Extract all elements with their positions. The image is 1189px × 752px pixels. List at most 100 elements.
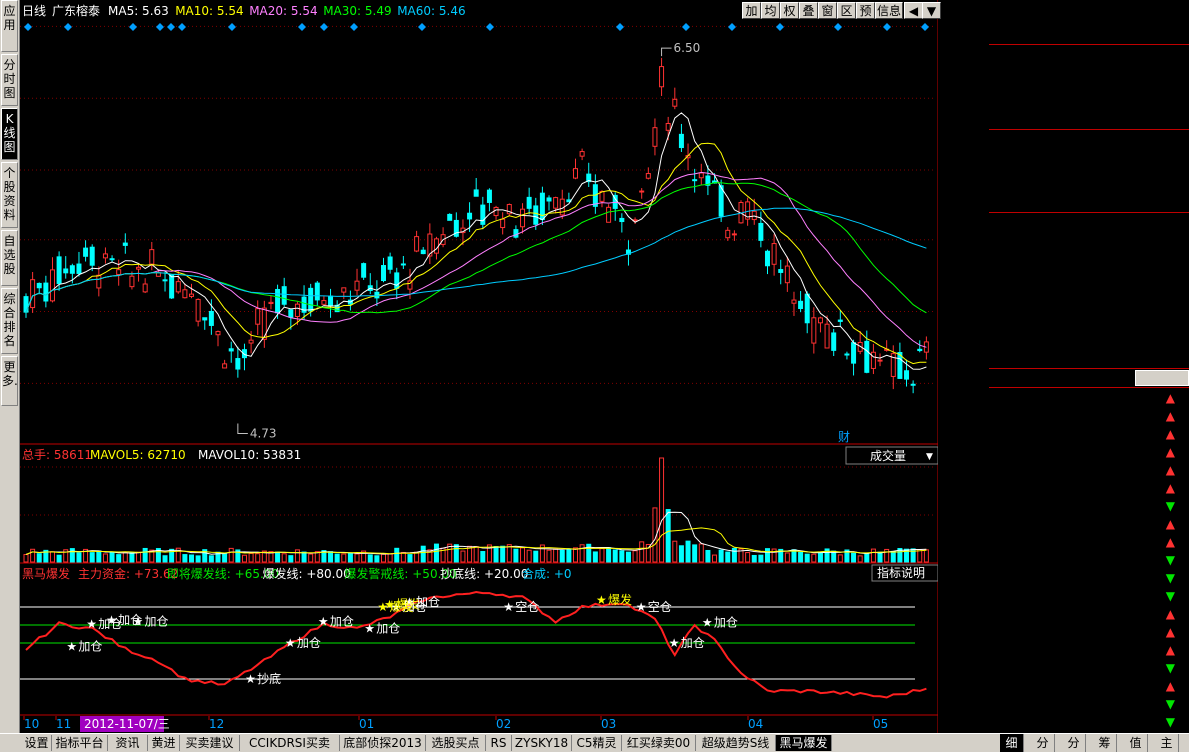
bottom-tab-8[interactable]: RS	[486, 735, 512, 751]
candle-body	[414, 236, 420, 252]
candle-body	[665, 122, 671, 131]
stat-row	[989, 336, 1189, 353]
left-tab-3[interactable]: 个股资料	[1, 162, 18, 228]
ma-label-0: MA5: 5.63	[108, 4, 169, 18]
peer-compare-button[interactable]	[1135, 370, 1189, 386]
sell-level-row[interactable]	[989, 45, 1189, 62]
x-axis-label: 05	[873, 717, 888, 731]
toolbar-button-9[interactable]: ▼	[922, 2, 941, 19]
candle-body	[162, 279, 168, 282]
bottom-tab-1[interactable]: 指标平台	[52, 735, 108, 751]
ma-label-4: MA60: 5.46	[397, 4, 465, 18]
arrow-up-icon: ▲	[1165, 481, 1175, 495]
toolbar-button-6[interactable]: 预	[856, 2, 875, 19]
ma-label-1: MA10: 5.54	[175, 4, 243, 18]
bottom-tab-2[interactable]: 资讯	[108, 735, 148, 751]
volume-bar	[751, 554, 757, 563]
left-tab-5[interactable]: 综合排名	[1, 288, 18, 354]
candle-body	[420, 249, 426, 255]
left-tab-6[interactable]: 更多.	[1, 356, 18, 406]
sell-level-row[interactable]	[989, 79, 1189, 96]
bottom-tab-11[interactable]: 红买绿卖00	[622, 735, 696, 751]
arrow-up-icon: ▲	[1165, 643, 1175, 657]
bottom-tab-9[interactable]: ZYSKY18	[512, 735, 572, 751]
quote-side-button-3[interactable]: 筹	[1093, 734, 1117, 752]
volume-bar	[308, 553, 314, 563]
volume-bar	[222, 553, 228, 563]
quote-side-button-4[interactable]: 值	[1124, 734, 1148, 752]
volume-bar	[89, 552, 95, 563]
tick-row: ▼	[989, 659, 1189, 677]
volume-bar	[116, 554, 122, 563]
buy-level-row[interactable]	[989, 129, 1189, 146]
volume-bar	[301, 551, 307, 563]
signal-star: ★	[245, 672, 256, 686]
bottom-tab-3[interactable]: 黄进	[148, 735, 180, 751]
buy-level-row[interactable]	[989, 163, 1189, 180]
sell-level-row[interactable]	[989, 62, 1189, 79]
bottom-tab-7[interactable]: 选股买点	[426, 735, 486, 751]
volume-bar	[705, 549, 711, 563]
signal-label: 加仓	[416, 595, 440, 609]
candle-body	[169, 274, 175, 299]
sell-level-row[interactable]	[989, 96, 1189, 113]
sell-level-row[interactable]	[989, 113, 1189, 130]
buy-level-row[interactable]	[989, 146, 1189, 163]
arrow-down-icon: ▼	[1165, 571, 1175, 585]
buy-level-row[interactable]	[989, 180, 1189, 197]
toolbar-button-5[interactable]: 区	[837, 2, 856, 19]
toolbar-button-7[interactable]: 信息	[875, 2, 903, 19]
volume-bar	[36, 553, 42, 563]
tick-row: ▼	[989, 551, 1189, 569]
candle-body	[394, 272, 400, 289]
x-axis-label: 11	[56, 717, 71, 731]
left-tab-2[interactable]: K线图	[1, 108, 18, 160]
candle-body	[526, 196, 532, 209]
volume-bar	[698, 543, 704, 563]
volume-bar	[433, 543, 439, 563]
quote-side-button-0[interactable]: 细	[1000, 734, 1024, 752]
candle-body	[798, 300, 804, 310]
indicator-item-5: 合成: +0	[522, 566, 572, 581]
bottom-tab-0[interactable]: 设置	[22, 735, 52, 751]
candle-body	[387, 256, 393, 270]
left-tab-0[interactable]: 应用	[1, 0, 18, 52]
quote-side-button-5[interactable]: 主	[1155, 734, 1179, 752]
candle-body	[771, 243, 777, 265]
signal-label: 加仓	[714, 616, 738, 630]
toolbar-button-2[interactable]: 权	[780, 2, 799, 19]
kline-chart-svg[interactable]: 6.606.275.945.625.294.965.47日线广东榕泰MA5: 5…	[20, 0, 938, 733]
bottom-tab-12[interactable]: 超级趋势S线	[696, 735, 776, 751]
candle-body	[804, 293, 810, 324]
bottom-tab-13[interactable]: 黑马爆发	[776, 735, 832, 751]
toolbar-button-3[interactable]: 叠	[799, 2, 818, 19]
quote-side-button-1[interactable]: 分	[1031, 734, 1055, 752]
period-label: 日线	[22, 4, 46, 18]
signal-label: 空仓	[648, 600, 672, 614]
toolbar-button-0[interactable]: 加	[742, 2, 761, 19]
toolbar-button-1[interactable]: 均	[761, 2, 780, 19]
volume-bar	[758, 554, 764, 563]
volume-bar	[473, 546, 479, 563]
candle-body	[877, 359, 883, 362]
bottom-tab-6[interactable]: 底部侦探2013	[340, 735, 426, 751]
candle-body	[328, 295, 334, 307]
bottom-tab-4[interactable]: 买卖建议	[180, 735, 240, 751]
low-annotation-label: 4.73	[250, 426, 277, 440]
bottom-tab-5[interactable]: CCIKDRSI买卖	[240, 735, 340, 751]
tick-row: ▲	[989, 425, 1189, 443]
candle-body	[255, 308, 261, 325]
candle-body	[354, 280, 360, 291]
candle-body	[294, 303, 300, 317]
volume-header: 总手: 58611MAVOL5: 62710 MAVOL10: 53831	[22, 448, 301, 462]
quote-side-button-2[interactable]: 分	[1062, 734, 1086, 752]
signal-star: ★	[702, 616, 713, 630]
kline-chart-area[interactable]: 6.606.275.945.625.294.965.47日线广东榕泰MA5: 5…	[20, 0, 941, 733]
toolbar-button-4[interactable]: 窗	[818, 2, 837, 19]
candle-body	[520, 208, 526, 228]
bottom-tab-10[interactable]: C5精灵	[572, 735, 622, 751]
toolbar-button-label: 均	[764, 4, 777, 18]
left-tab-1[interactable]: 分时图	[1, 54, 18, 106]
left-tab-4[interactable]: 自选股	[1, 230, 18, 286]
toolbar-button-8[interactable]: ◀	[904, 2, 923, 19]
